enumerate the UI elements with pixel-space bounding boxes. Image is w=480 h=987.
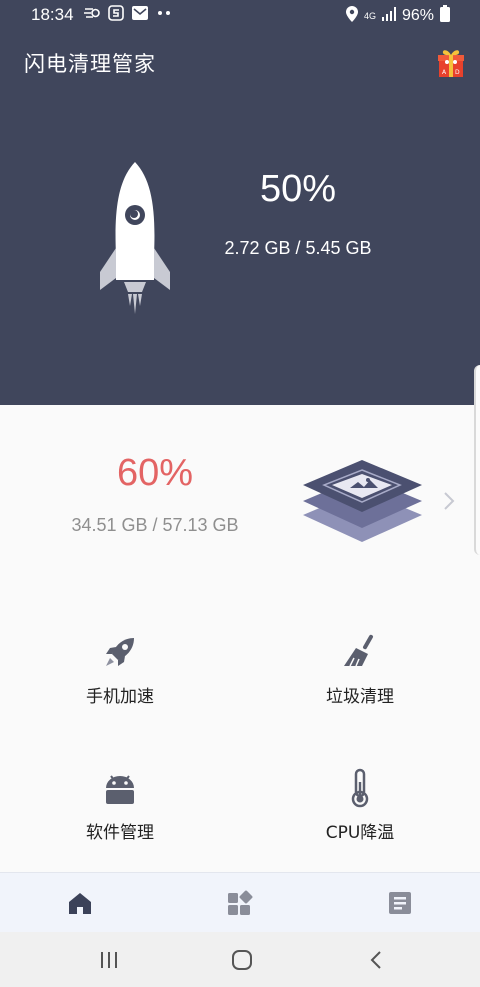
back-icon[interactable] <box>364 947 390 973</box>
nav-home[interactable] <box>65 888 95 918</box>
rocket-illustration <box>96 160 174 316</box>
thermometer-icon <box>351 768 369 808</box>
battery-icon <box>440 5 450 27</box>
storage-card[interactable]: 60% 34.51 GB / 57.13 GB <box>0 405 480 580</box>
status-right: 4G 96% <box>345 5 450 27</box>
nav-apps[interactable] <box>225 888 255 918</box>
s-app-icon <box>108 5 124 21</box>
network-type: 4G <box>363 10 376 21</box>
feature-cpu-cool[interactable]: CPU降温 <box>280 768 440 843</box>
email-icon <box>132 5 148 21</box>
edge-panel-handle[interactable] <box>474 365 480 555</box>
nav-article[interactable] <box>385 888 415 918</box>
feature-boost-label: 手机加速 <box>86 687 154 707</box>
feature-grid: 手机加速 垃圾清理 软件管理 CPU降温 <box>0 580 480 872</box>
feature-app-manager[interactable]: 软件管理 <box>40 768 200 843</box>
recent-apps-icon[interactable] <box>96 947 122 973</box>
storage-percent: 60% <box>116 452 194 494</box>
memory-panel[interactable]: 闪电清理管家 A D 50% 2.72 GB / 5.45 GB <box>0 30 480 405</box>
chevron-right-icon[interactable] <box>442 490 456 512</box>
feature-cpu-cool-label: CPU降温 <box>325 823 395 843</box>
memory-usage-detail: 2.72 GB / 5.45 GB <box>224 238 372 258</box>
status-bar: 18:34 4G 96% <box>0 0 480 30</box>
mail-fast-icon <box>84 5 100 21</box>
memory-percent: 50% <box>259 168 337 210</box>
android-icon <box>106 775 134 804</box>
notification-icons <box>84 5 172 21</box>
more-dots-icon <box>156 5 172 21</box>
storage-layers-icon <box>300 460 425 545</box>
svg-text:D: D <box>455 69 460 76</box>
apps-icon <box>228 890 253 915</box>
signal-icon <box>381 6 396 26</box>
bottom-nav <box>0 872 480 933</box>
app-title: 闪电清理管家 <box>24 52 156 76</box>
home-button-icon[interactable] <box>229 947 255 973</box>
location-icon <box>345 5 358 27</box>
storage-usage-detail: 34.51 GB / 57.13 GB <box>71 515 239 535</box>
battery-level: 96% <box>401 7 434 24</box>
status-time: 18:34 <box>31 5 74 24</box>
rocket-icon <box>106 638 134 666</box>
feature-junk-clean[interactable]: 垃圾清理 <box>280 632 440 707</box>
article-icon <box>389 892 411 914</box>
gift-ad-icon[interactable]: A D <box>438 48 464 78</box>
feature-boost[interactable]: 手机加速 <box>40 632 200 707</box>
home-icon <box>69 893 91 914</box>
feature-app-manager-label: 软件管理 <box>86 823 154 843</box>
feature-junk-clean-label: 垃圾清理 <box>326 687 394 707</box>
broom-icon <box>344 634 373 667</box>
system-nav-bar <box>0 932 480 987</box>
